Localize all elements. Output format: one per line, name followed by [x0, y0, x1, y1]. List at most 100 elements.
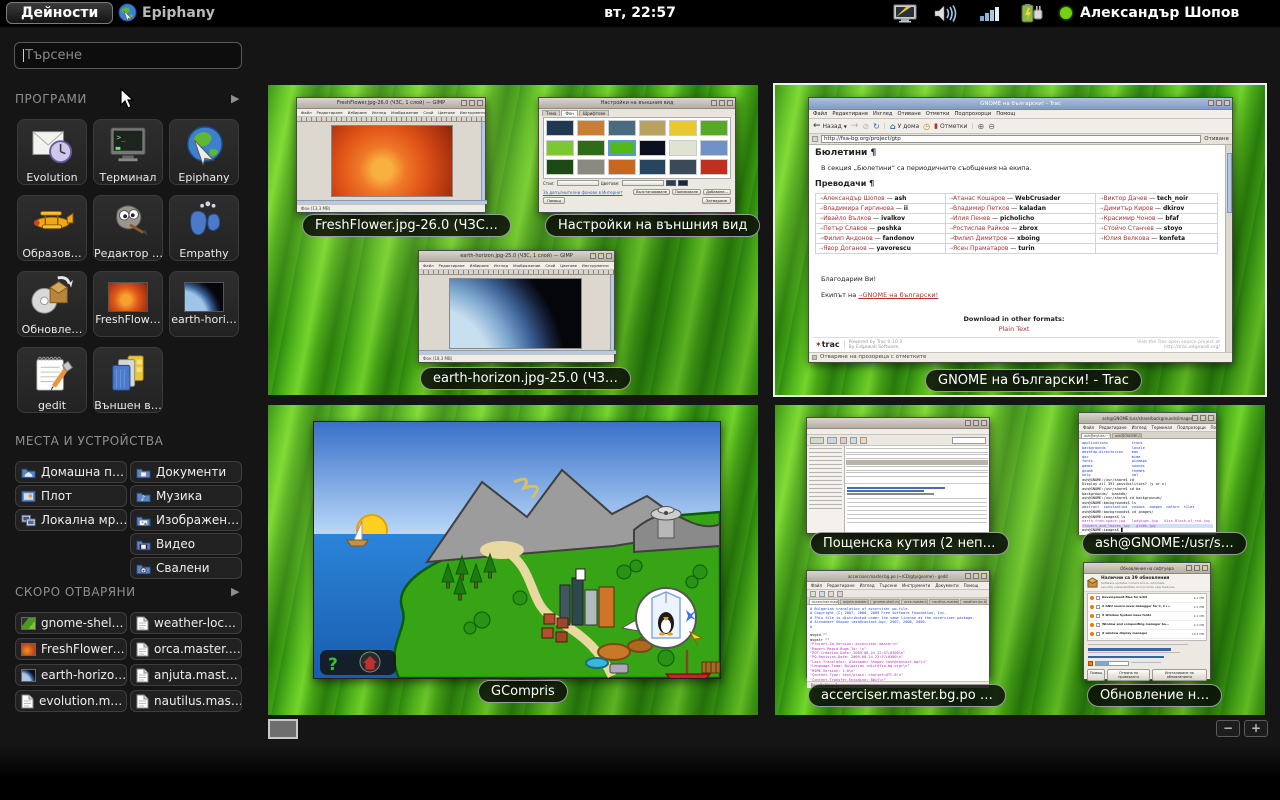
place-documents[interactable]: Документи — [130, 461, 242, 483]
translator-link[interactable]: Виктор Дачев — [1104, 195, 1148, 202]
menu-item[interactable]: Изглед — [372, 110, 386, 115]
recent-weather-loc[interactable]: weather-loc… — [130, 612, 242, 634]
translator-link[interactable]: Ясен Праматаров — [953, 245, 1008, 252]
app-updates[interactable]: Обновле… — [17, 271, 87, 337]
zoom-in-icon[interactable]: ⊕ — [978, 122, 985, 131]
app-gedit[interactable]: gedit — [17, 347, 87, 413]
menu-item[interactable]: Помощ — [996, 111, 1015, 117]
update-checkbox[interactable] — [1096, 623, 1100, 627]
evolution-window[interactable] — [806, 417, 990, 534]
gimp-canvas[interactable] — [419, 275, 614, 354]
translator-link[interactable]: Стойчо Станчев — [1104, 225, 1154, 232]
place-music[interactable]: ♪ Музика — [130, 485, 242, 507]
appearance-window[interactable]: Настройки на външния вид ТемаФонШрифтове… — [538, 97, 736, 213]
wallpaper-thumbnail[interactable] — [608, 140, 636, 156]
gcompris-window[interactable]: ? — [313, 421, 721, 679]
open-button[interactable] — [819, 591, 825, 597]
volume-icon[interactable] — [933, 4, 959, 23]
gedit-tab[interactable]: accerciser.master.bg.po — [809, 599, 839, 604]
place-videos[interactable]: Видео — [130, 533, 242, 555]
wallpaper-thumbnail[interactable] — [639, 140, 667, 156]
style-combobox[interactable] — [557, 180, 599, 186]
update-row[interactable]: A GNU source-level debugger for C, C++2,… — [1088, 603, 1206, 612]
color-swatch-2[interactable] — [678, 180, 688, 186]
window-titlebar[interactable]: earth-horizon.jpg-25.0 (ЧЗС, 1 слой) — G… — [419, 251, 614, 262]
terminal-tab[interactable]: ash@elytica:~/CD/g/gnome/master.b — [1081, 433, 1111, 438]
translator-link[interactable]: Филип Димитров — [953, 235, 1007, 242]
updates-list[interactable]: Development files for krb52,2 MBA GNU so… — [1087, 593, 1207, 641]
gimp-earth-window[interactable]: earth-horizon.jpg-25.0 (ЧЗС, 1 слой) — G… — [418, 250, 615, 363]
gedit-tab[interactable]: anjuta.master.bg.po — [840, 599, 869, 604]
appearance-tab[interactable]: Фон — [561, 110, 578, 116]
user-menu[interactable]: Александър Шопов — [1060, 5, 1239, 21]
wallpaper-thumbnail[interactable] — [546, 159, 574, 175]
forward-button[interactable]: → — [851, 121, 859, 131]
appearance-tab[interactable]: Шрифтове — [579, 110, 609, 116]
update-checkbox[interactable] — [1096, 596, 1100, 600]
help-button[interactable]: Помощ — [1087, 669, 1105, 681]
update-row[interactable]: Window and compositing manager ba…2,2 MB — [1088, 621, 1206, 630]
translator-link[interactable]: Атанас Кошаров — [953, 195, 1005, 202]
menu-item[interactable]: Изглед — [873, 111, 892, 117]
menu-item[interactable]: Изглед — [860, 583, 875, 588]
menu-item[interactable]: Файл — [813, 111, 827, 117]
translator-link[interactable]: Ивайло Вълков — [823, 215, 871, 222]
recent-orca[interactable]: orca.master.… — [130, 638, 242, 660]
place-home[interactable]: Домашна п… — [15, 461, 127, 483]
help-button[interactable]: Помощ — [543, 197, 565, 204]
menu-item[interactable]: Терминал — [1152, 425, 1173, 430]
recent-evolution-po[interactable]: evolution.m… — [15, 690, 127, 712]
window-buttons[interactable] — [965, 573, 987, 579]
url-input[interactable]: http://fsa-bg.org/project/gtp — [821, 135, 1201, 143]
workspace-4[interactable]: ash@GNOME:/usr/share/backgrounds/images … — [775, 405, 1265, 715]
window-titlebar[interactable]: GNOME на български! - Trac — [809, 98, 1232, 110]
window-titlebar[interactable] — [807, 418, 989, 429]
remove-button[interactable]: Премахване — [672, 189, 701, 195]
wallpaper-thumbnail[interactable] — [700, 120, 728, 136]
gcompris-controls[interactable]: ? — [320, 650, 396, 675]
window-titlebar[interactable]: FreshFlower.jpg-26.0 (ЧЗС, 1 слой) — GIM… — [297, 98, 485, 109]
menu-item[interactable]: Търсене — [880, 583, 898, 588]
terminal-content[interactable]: applications iconsbackgrounds localedesk… — [1079, 439, 1216, 535]
restore-button[interactable]: Възстановяване — [633, 189, 670, 195]
recent-anjuta[interactable]: anjuta.mast… — [130, 664, 242, 686]
translator-link[interactable]: Владимир Петков — [953, 205, 1009, 212]
place-desktop[interactable]: Плот — [15, 485, 127, 507]
wallpaper-thumbnail[interactable] — [639, 120, 667, 136]
app-freshflower[interactable]: FreshFlow… — [93, 271, 163, 337]
app-terminal[interactable]: >_ Терминал — [93, 119, 163, 185]
menu-item[interactable]: Слой — [545, 263, 555, 268]
update-info-link[interactable] — [1088, 648, 1171, 651]
team-link[interactable]: →GNOME на български! — [858, 291, 938, 299]
menu-item[interactable]: Инструменти — [460, 110, 485, 115]
window-buttons[interactable] — [590, 253, 612, 259]
home-button[interactable]: ⌂У дома — [890, 122, 919, 131]
save-button[interactable] — [828, 591, 834, 597]
add-button[interactable]: Добавяне… — [703, 189, 731, 195]
menu-item[interactable]: Подпрозорци — [955, 111, 992, 117]
gedit-tab[interactable]: gnome-shell.master.bg.po — [870, 599, 900, 604]
menu-item[interactable]: Помощ — [964, 583, 979, 588]
window-titlebar[interactable]: Обновление на софтуера — [1084, 563, 1210, 574]
menu-item[interactable]: Редактиране — [317, 110, 343, 115]
appearance-tab[interactable]: Тема — [542, 110, 560, 116]
wallpaper-thumbnail[interactable] — [608, 120, 636, 136]
new-message-button[interactable] — [810, 437, 824, 444]
window-titlebar[interactable]: Настройки на външния вид — [539, 98, 735, 109]
workspace-zoom-in-button[interactable]: + — [1244, 720, 1268, 737]
window-titlebar[interactable]: accerciser.master.bg.po (~/CD/gtp/gnome)… — [807, 571, 989, 582]
menu-item[interactable]: Файл — [423, 263, 434, 268]
battery-icon[interactable] — [1020, 4, 1046, 24]
epiphany-window[interactable]: GNOME на български! - Trac ФайлРедактира… — [808, 97, 1233, 363]
menu-item[interactable]: Изображение — [513, 263, 540, 268]
page-scrollbar[interactable] — [1225, 145, 1232, 352]
wallpaper-thumbnail[interactable] — [546, 140, 574, 156]
menu-item[interactable]: Изглед — [494, 263, 508, 268]
plain-text-link[interactable]: Plain Text — [809, 325, 1219, 333]
zoom-out-icon[interactable]: ⊖ — [988, 122, 995, 131]
update-row[interactable]: X Window System base fonts2,2 MB — [1088, 612, 1206, 621]
app-gimp[interactable]: Редактор … — [93, 195, 163, 261]
window-titlebar[interactable]: ash@GNOME:/usr/share/backgrounds/images — [1079, 413, 1216, 424]
translator-link[interactable]: Красимир Чонов — [1104, 215, 1156, 222]
reload-button[interactable]: ↻ — [873, 122, 880, 131]
